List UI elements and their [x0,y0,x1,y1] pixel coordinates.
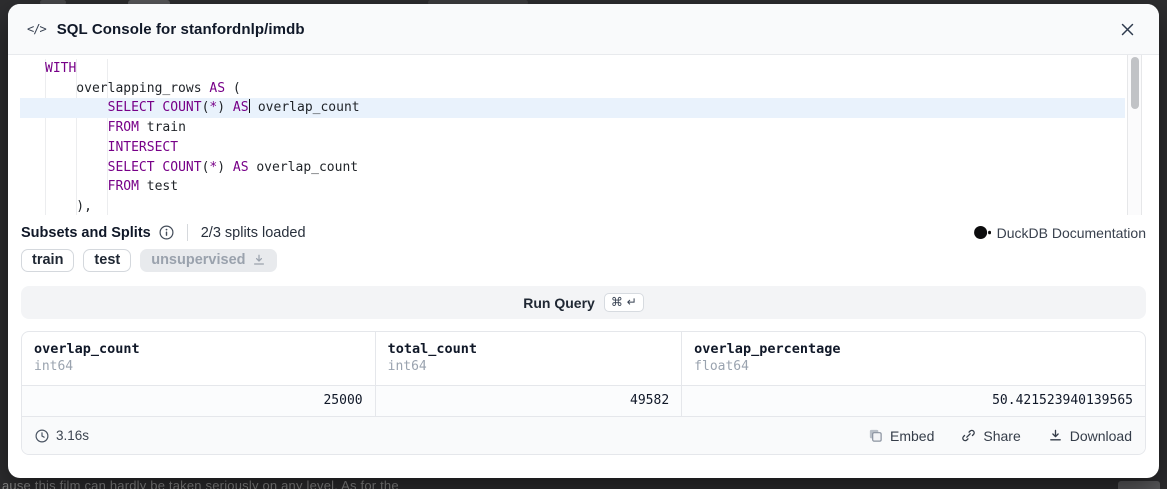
code-line[interactable]: SELECT COUNT(*) AS overlap_count [20,98,1125,118]
sql-text: train [139,120,186,135]
sql-keyword: COUNT [162,160,201,175]
sql-keyword: SELECT [108,100,155,115]
editor-scrollbar-thumb[interactable] [1131,57,1139,109]
results-data-row: 250004958250.421523940139565 [22,385,1145,416]
duckdb-icon [974,225,991,240]
column-header-overlap_percentage: overlap_percentage float64 [682,332,1145,385]
code-line[interactable]: overlapping_rows AS ( [20,79,1125,99]
embed-icon [868,428,883,443]
sql-text: overlap_count [249,160,359,175]
sql-text [45,140,108,155]
split-pills-row: train test unsupervised [21,249,1146,272]
modal-header: </> SQL Console for stanfordnlp/imdb [8,4,1159,55]
divider [187,224,188,241]
elapsed-time-value: 3.16s [56,428,89,443]
column-type: int64 [388,359,670,374]
code-line[interactable]: SELECT COUNT(*) AS overlap_count [20,158,1125,178]
column-name: overlap_count [34,341,363,357]
column-type: float64 [694,359,1133,374]
split-pill-train[interactable]: train [21,249,74,272]
duckdb-docs-link[interactable]: DuckDB Documentation [974,225,1146,241]
column-name: total_count [388,341,670,357]
sql-text: ( [225,81,241,96]
sql-text [45,120,108,135]
sql-keyword: AS [233,160,249,175]
results-header-row: overlap_countint64total_countint64overla… [22,332,1145,385]
embed-button[interactable]: Embed [868,428,934,444]
elapsed-time: 3.16s [35,428,89,443]
sql-keyword: WITH [45,61,76,76]
sql-keyword: INTERSECT [108,140,178,155]
sql-console-modal: </> SQL Console for stanfordnlp/imdb WIT… [8,4,1159,478]
sql-text [45,160,108,175]
result-cell: 49582 [376,385,683,416]
code-line[interactable]: INTERSECT [20,138,1125,158]
embed-label: Embed [890,428,934,444]
download-icon [252,253,266,267]
sql-text: overlap_count [250,100,360,115]
duckdb-docs-label: DuckDB Documentation [997,225,1146,241]
sql-text [45,179,108,194]
background-page-text: ause this film can hardly be taken serio… [2,478,399,489]
sql-keyword: COUNT [162,100,201,115]
subsets-row: Subsets and Splits 2/3 splits loaded Duc… [21,224,1146,241]
keyboard-shortcut-badge: ⌘ ↵ [604,293,644,312]
column-name: overlap_percentage [694,341,1133,357]
split-pill-label: unsupervised [151,252,245,268]
sql-text: ) [217,100,233,115]
result-cell: 25000 [22,385,376,416]
sql-text [45,100,108,115]
close-button[interactable] [1114,16,1140,42]
sql-text: ) [217,160,233,175]
column-type: int64 [34,359,363,374]
share-label: Share [983,428,1020,444]
code-line[interactable]: WITH [20,59,1125,79]
run-query-button[interactable]: Run Query ⌘ ↵ [21,286,1146,319]
editor-scrollbar[interactable] [1127,55,1142,215]
code-icon: </> [27,22,46,36]
sql-editor[interactable]: WITH overlapping_rows AS ( SELECT COUNT(… [8,55,1159,215]
sql-keyword: FROM [108,120,139,135]
sql-text: test [139,179,178,194]
column-header-total_count: total_count int64 [376,332,683,385]
run-query-label: Run Query [523,295,595,311]
background-scrollbar-fragment [1118,481,1160,489]
column-header-overlap_count: overlap_count int64 [22,332,376,385]
split-pill-test[interactable]: test [83,249,131,272]
results-card: overlap_countint64total_countint64overla… [21,331,1146,455]
clock-icon [35,429,49,443]
code-line[interactable]: FROM train [20,118,1125,138]
close-icon [1120,22,1135,37]
share-button[interactable]: Share [961,428,1020,444]
result-cell: 50.421523940139565 [682,385,1145,416]
download-button[interactable]: Download [1048,428,1132,444]
sql-keyword: FROM [108,179,139,194]
sql-text: ), [45,199,92,214]
sql-text: overlapping_rows [45,81,209,96]
download-label: Download [1070,428,1132,444]
result-actions: Embed Share Download [868,428,1132,444]
split-pill-label: test [94,252,120,268]
sql-keyword: SELECT [108,160,155,175]
code-line[interactable]: FROM test [20,177,1125,197]
code-line[interactable]: ), [20,197,1125,215]
split-pill-label: train [32,252,63,268]
subsets-label: Subsets and Splits [21,225,151,241]
sql-keyword: AS [209,81,225,96]
info-icon[interactable] [159,225,174,240]
download-icon [1048,428,1063,443]
splits-loaded-status: 2/3 splits loaded [201,225,306,241]
sql-keyword: AS [233,100,249,115]
results-footer: 3.16s Embed Share Download [22,416,1145,454]
modal-title: SQL Console for stanfordnlp/imdb [57,21,305,38]
share-icon [961,428,976,443]
sql-editor-lines: WITH overlapping_rows AS ( SELECT COUNT(… [20,55,1125,215]
split-pill-unsupervised[interactable]: unsupervised [140,249,276,272]
